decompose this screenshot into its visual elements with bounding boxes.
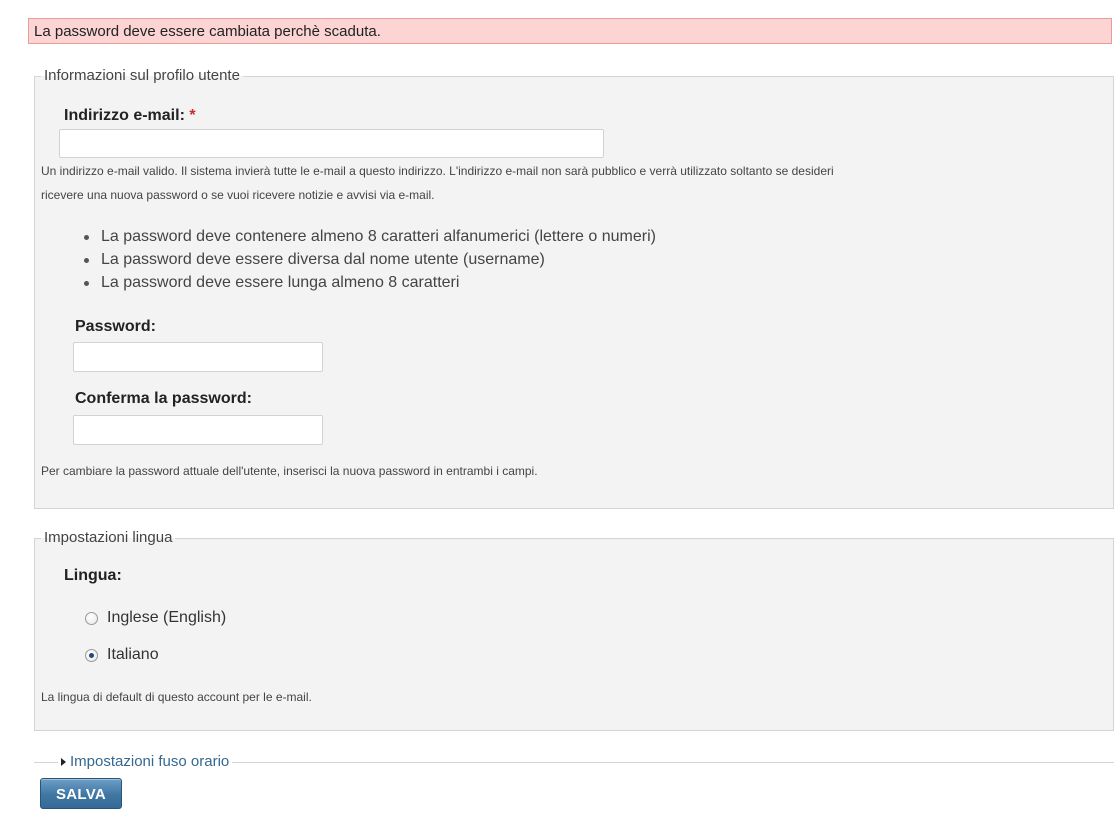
language-settings-legend: Impostazioni lingua bbox=[41, 529, 176, 547]
password-rule-text: La password deve contenere almeno 8 cara… bbox=[101, 228, 656, 245]
password-rule-item: La password deve essere lunga almeno 8 c… bbox=[79, 271, 656, 294]
email-description-line-1: Un indirizzo e-mail valido. Il sistema i… bbox=[41, 164, 834, 178]
language-option-italian[interactable]: Italiano bbox=[85, 646, 159, 664]
profile-info-legend: Informazioni sul profilo utente bbox=[41, 67, 243, 85]
save-button[interactable]: SALVA bbox=[40, 778, 122, 809]
email-label-text: Indirizzo e-mail: bbox=[64, 107, 185, 124]
password-rules-list: La password deve contenere almeno 8 cara… bbox=[79, 225, 656, 294]
timezone-fieldset-border-left bbox=[34, 762, 58, 763]
radio-unchecked-icon[interactable] bbox=[85, 611, 98, 625]
required-marker: * bbox=[189, 107, 196, 124]
confirm-password-label: Conferma la password: bbox=[75, 390, 252, 407]
timezone-settings-toggle[interactable]: Impostazioni fuso orario bbox=[58, 752, 233, 772]
timezone-settings-link[interactable]: Impostazioni fuso orario bbox=[70, 752, 229, 772]
language-description: La lingua di default di questo account p… bbox=[41, 690, 312, 704]
triangle-right-icon bbox=[61, 758, 66, 766]
email-description-line-2: ricevere una nuova password o se vuoi ri… bbox=[41, 188, 435, 202]
language-settings-fieldset: Impostazioni lingua Lingua: Inglese (Eng… bbox=[34, 529, 1114, 731]
password-field[interactable] bbox=[73, 342, 323, 372]
error-message-banner: La password deve essere cambiata perchè … bbox=[28, 18, 1112, 44]
bullet-icon bbox=[84, 235, 89, 240]
language-option-label: Italiano bbox=[107, 646, 159, 663]
language-label: Lingua: bbox=[64, 567, 122, 584]
password-rule-item: La password deve essere diversa dal nome… bbox=[79, 248, 656, 271]
email-label: Indirizzo e-mail: * bbox=[64, 106, 196, 126]
timezone-fieldset-border-right bbox=[200, 762, 1114, 763]
email-description: Un indirizzo e-mail valido. Il sistema i… bbox=[41, 159, 1101, 207]
error-message-text: La password deve essere cambiata perchè … bbox=[34, 23, 381, 40]
password-rule-item: La password deve contenere almeno 8 cara… bbox=[79, 225, 656, 248]
email-field[interactable] bbox=[59, 129, 604, 158]
password-rule-text: La password deve essere diversa dal nome… bbox=[101, 251, 545, 268]
password-rule-text: La password deve essere lunga almeno 8 c… bbox=[101, 274, 460, 291]
confirm-password-field[interactable] bbox=[73, 415, 323, 445]
language-option-label: Inglese (English) bbox=[107, 609, 227, 626]
bullet-icon bbox=[84, 258, 89, 263]
password-help-text: Per cambiare la password attuale dell'ut… bbox=[41, 464, 538, 478]
radio-checked-icon[interactable] bbox=[85, 648, 98, 662]
language-option-english[interactable]: Inglese (English) bbox=[85, 609, 226, 627]
bullet-icon bbox=[84, 281, 89, 286]
profile-info-fieldset: Informazioni sul profilo utente Indirizz… bbox=[34, 67, 1114, 509]
password-label: Password: bbox=[75, 318, 156, 335]
